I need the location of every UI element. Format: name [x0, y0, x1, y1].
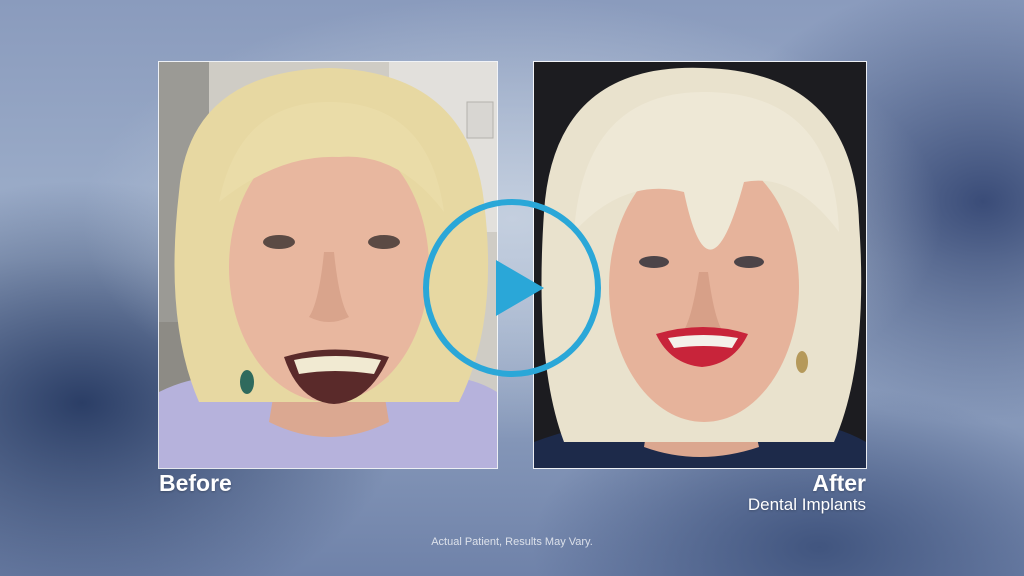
play-button[interactable]: [420, 196, 604, 380]
play-icon[interactable]: [420, 196, 604, 380]
disclaimer-text: Actual Patient, Results May Vary.: [431, 536, 593, 548]
after-label: After: [812, 470, 866, 496]
before-label: Before: [159, 470, 232, 496]
after-sublabel: Dental Implants: [747, 495, 866, 514]
video-frame[interactable]: Before After Dental Implants Actual Pati…: [0, 0, 1024, 576]
